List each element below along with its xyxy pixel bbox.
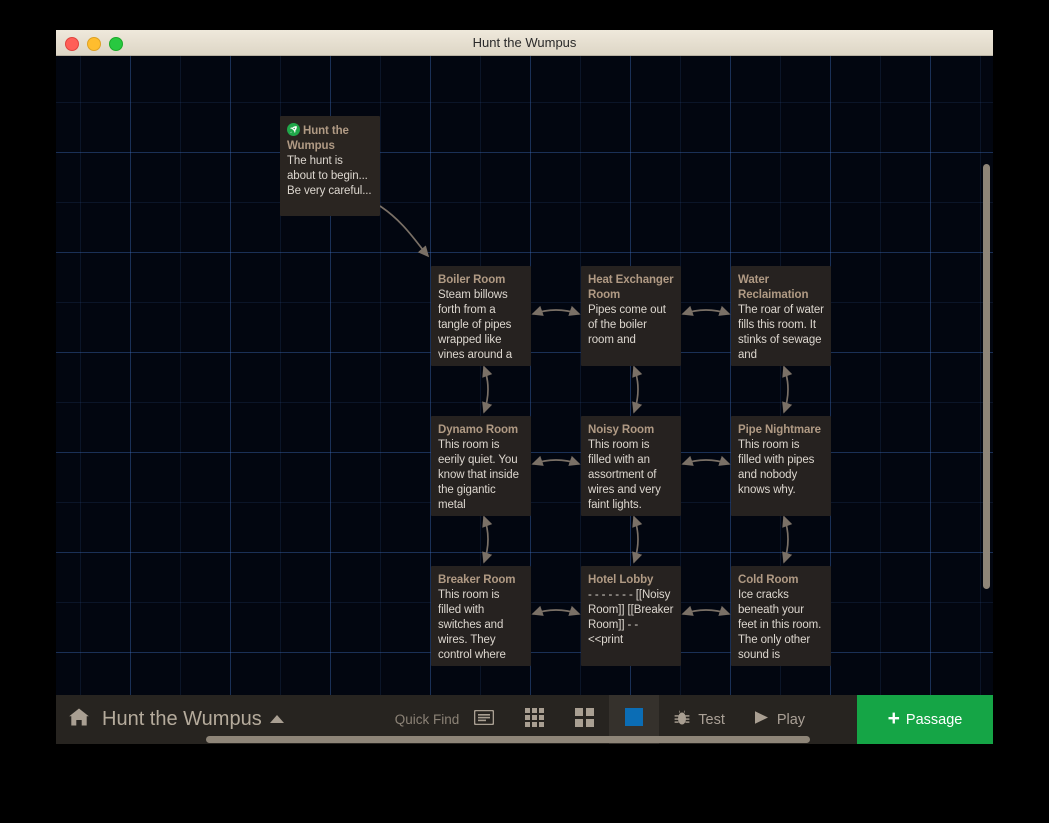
connection-noisy-pipe xyxy=(683,460,729,464)
connection-heat-noisy xyxy=(634,367,638,412)
connection-boiler-heat xyxy=(533,310,579,314)
passage-excerpt: This room is filled with switches and wi… xyxy=(438,588,524,663)
passage-card-cold-room[interactable]: Cold Room Ice cracks beneath your feet i… xyxy=(731,566,831,666)
horizontal-scrollbar-thumb[interactable] xyxy=(206,736,810,743)
passage-excerpt: Ice cracks beneath your feet in this roo… xyxy=(738,588,824,663)
story-title-menu[interactable]: Hunt the Wumpus xyxy=(102,708,285,731)
passage-title: Boiler Room xyxy=(438,273,524,288)
passage-title: Water Reclaimation xyxy=(738,273,824,303)
passage-title: Heat Exchanger Room xyxy=(588,273,674,303)
connection-dynamo-noisy xyxy=(533,460,579,464)
passage-excerpt: - - - - - - - [[Noisy Room]] [[Breaker R… xyxy=(588,588,674,648)
story-map-canvas[interactable]: Hunt the Wumpus The hunt is about to beg… xyxy=(56,56,993,695)
test-label: Test xyxy=(698,712,725,728)
passage-card-hotel-lobby[interactable]: Hotel Lobby - - - - - - - [[Noisy Room]]… xyxy=(581,566,681,666)
quick-find-input[interactable]: Quick Find xyxy=(395,712,460,727)
caret-up-icon xyxy=(269,711,285,729)
connection-dynamo-breaker xyxy=(484,517,488,562)
bug-icon xyxy=(673,709,691,731)
passage-title: Noisy Room xyxy=(588,423,674,438)
passage-excerpt: This room is eerily quiet. You know that… xyxy=(438,438,524,513)
passage-card-breaker-room[interactable]: Breaker Room This room is filled with sw… xyxy=(431,566,531,666)
passage-title: Hotel Lobby xyxy=(588,573,674,588)
connection-pipe-cold xyxy=(784,517,788,562)
passage-card-noisy-room[interactable]: Noisy Room This room is filled with an a… xyxy=(581,416,681,516)
passage-excerpt: The roar of water fills this room. It st… xyxy=(738,303,824,363)
connection-lobby-cold xyxy=(683,610,729,614)
passage-card-start[interactable]: Hunt the Wumpus The hunt is about to beg… xyxy=(280,116,380,216)
home-button[interactable] xyxy=(56,695,102,744)
passage-card-water-reclaimation[interactable]: Water Reclaimation The roar of water fil… xyxy=(731,266,831,366)
add-passage-button[interactable]: + Passage xyxy=(857,695,993,744)
grid-3x3-icon xyxy=(525,708,544,732)
passage-title: Hunt the Wumpus xyxy=(287,123,373,154)
passage-excerpt: The hunt is about to begin... Be very ca… xyxy=(287,154,373,199)
passage-title: Pipe Nightmare xyxy=(738,423,824,438)
passage-card-dynamo-room[interactable]: Dynamo Room This room is eerily quiet. Y… xyxy=(431,416,531,516)
window-title: Hunt the Wumpus xyxy=(56,30,993,56)
window-titlebar: Hunt the Wumpus xyxy=(56,30,993,56)
solid-square-icon xyxy=(625,708,643,731)
passage-title: Cold Room xyxy=(738,573,824,588)
passage-card-boiler-room[interactable]: Boiler Room Steam billows forth from a t… xyxy=(431,266,531,366)
connection-start-to-boiler xyxy=(380,206,428,256)
connection-water-pipe xyxy=(784,367,788,412)
passage-card-heat-exchanger-room[interactable]: Heat Exchanger Room Pipes come out of th… xyxy=(581,266,681,366)
passage-excerpt: This room is filled with an assortment o… xyxy=(588,438,674,513)
plus-icon: + xyxy=(888,708,900,729)
vertical-scrollbar-thumb[interactable] xyxy=(983,164,990,589)
passage-excerpt: Pipes come out of the boiler room and xyxy=(588,303,674,348)
rocket-icon xyxy=(287,123,300,136)
list-lines-icon xyxy=(474,710,494,730)
connection-boiler-dynamo xyxy=(484,367,488,412)
story-title-label: Hunt the Wumpus xyxy=(102,708,262,731)
grid-2x2-icon xyxy=(575,708,594,732)
connection-heat-water xyxy=(683,310,729,314)
home-icon xyxy=(68,707,90,732)
passage-card-pipe-nightmare[interactable]: Pipe Nightmare This room is filled with … xyxy=(731,416,831,516)
passage-title: Breaker Room xyxy=(438,573,524,588)
play-triangle-icon xyxy=(753,709,770,730)
add-passage-label: Passage xyxy=(906,712,962,728)
passage-excerpt: Steam billows forth from a tangle of pip… xyxy=(438,288,524,363)
play-label: Play xyxy=(777,712,805,728)
passage-title: Dynamo Room xyxy=(438,423,524,438)
connection-breaker-lobby xyxy=(533,610,579,614)
connection-noisy-lobby xyxy=(634,517,638,562)
app-window: Hunt the Wumpus xyxy=(56,30,993,744)
passage-excerpt: This room is filled with pipes and nobod… xyxy=(738,438,824,498)
